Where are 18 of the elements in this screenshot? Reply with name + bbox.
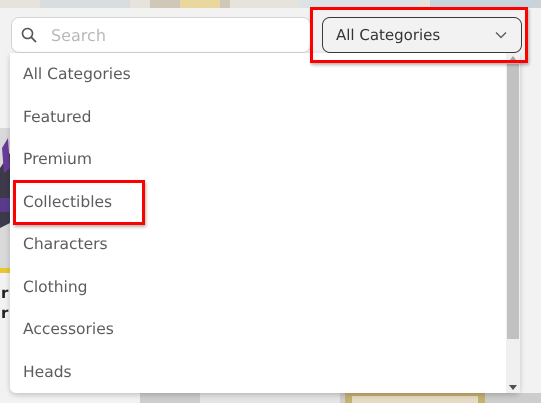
menu-option[interactable]: Accessories [23,320,114,338]
item-title: r [1,284,8,303]
chevron-down-icon [495,31,507,39]
category-dropdown[interactable]: All Categories [322,17,522,53]
item-title: r [1,304,8,323]
menu-option[interactable]: All Categories [23,65,131,84]
menu-option[interactable]: Clothing [23,278,88,296]
scrollbar[interactable] [506,53,520,393]
menu-option[interactable]: Premium [23,150,92,168]
menu-option[interactable]: Characters [23,235,108,254]
search-icon [21,27,37,43]
menu-option[interactable]: Heads [23,362,72,381]
scrollbar-thumb[interactable] [507,64,519,339]
search-field[interactable]: Search [11,17,311,53]
scroll-down-icon[interactable] [509,385,517,390]
scroll-up-icon[interactable] [509,56,517,61]
menu-option[interactable]: Featured [23,108,92,126]
menu-option[interactable]: Collectibles [23,192,112,211]
